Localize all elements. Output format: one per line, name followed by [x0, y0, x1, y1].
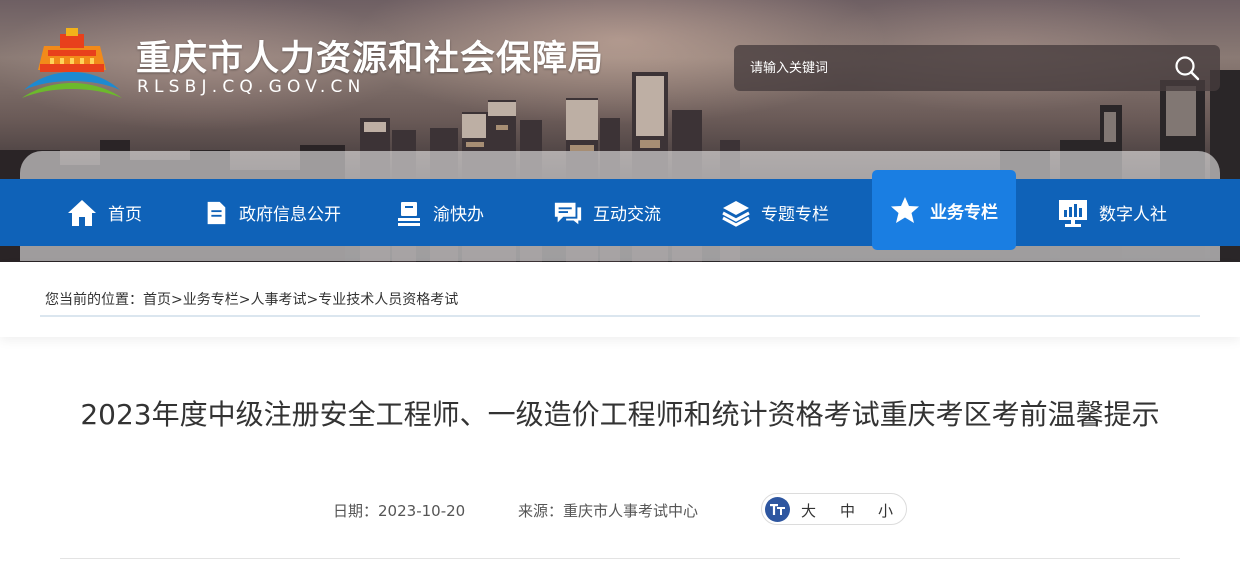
document-icon [207, 201, 226, 224]
font-size-medium-button[interactable]: 中 [840, 500, 855, 521]
date-value: 2023-10-20 [378, 502, 466, 520]
font-size-control: 大 中 小 [761, 493, 907, 525]
site-domain: RLSBJ.CQ.GOV.CN [137, 77, 366, 97]
breadcrumb-divider [40, 315, 1200, 317]
article-divider [60, 558, 1180, 559]
breadcrumb-link-personnel-exam[interactable]: 人事考试 [250, 292, 306, 308]
nav-item-business-column[interactable]: 业务专栏 [872, 170, 1016, 250]
star-icon [891, 197, 919, 223]
search-bar [734, 45, 1220, 91]
site-title[interactable]: 重庆市人力资源和社会保障局 [136, 30, 604, 81]
chat-icon [554, 202, 582, 224]
breadcrumb-link-business[interactable]: 业务专栏 [183, 292, 239, 308]
nav-item-government-info[interactable]: 政府信息公开 [203, 179, 341, 246]
nav-item-yukuaiban[interactable]: 渝快办 [395, 179, 484, 246]
font-size-large-button[interactable]: 大 [801, 500, 816, 521]
breadcrumb-separator: > [238, 292, 251, 308]
breadcrumb: 您当前的位置：首页>业务专栏>人事考试>专业技术人员资格考试 [45, 289, 458, 309]
nav-item-label: 数字人社 [1099, 205, 1167, 225]
font-size-icon [765, 497, 790, 522]
nav-item-interaction[interactable]: 互动交流 [553, 179, 661, 246]
breadcrumb-link-home[interactable]: 首页 [143, 292, 171, 308]
nav-item-label: 互动交流 [593, 205, 661, 225]
source-value: 重庆市人事考试中心 [563, 502, 699, 520]
site-logo[interactable] [20, 24, 124, 102]
search-input[interactable] [734, 45, 1154, 91]
nav-item-label: 渝快办 [433, 205, 484, 225]
date-label: 日期： [333, 502, 379, 520]
breadcrumb-separator: > [306, 292, 319, 308]
article-date: 日期：2023-10-20 [333, 500, 465, 521]
main-nav: 首页 政府信息公开 渝快办 互动交流 专题专栏 业务专栏 数字人社 [0, 170, 1240, 250]
nav-item-label: 业务专栏 [930, 202, 998, 223]
layers-icon [722, 200, 750, 227]
monitor-chart-icon [1059, 199, 1087, 227]
article-title: 2023年度中级注册安全工程师、一级造价工程师和统计资格考试重庆考区考前温馨提示 [80, 398, 1160, 431]
source-label: 来源： [518, 502, 564, 520]
nav-item-home[interactable]: 首页 [66, 179, 142, 246]
breadcrumb-prefix: 您当前的位置： [45, 292, 143, 308]
home-icon [68, 199, 96, 226]
nav-item-label: 专题专栏 [761, 205, 829, 225]
font-size-small-button[interactable]: 小 [878, 500, 893, 521]
nav-item-label: 首页 [108, 205, 142, 225]
nav-item-special-topics[interactable]: 专题专栏 [721, 179, 829, 246]
breadcrumb-separator: > [171, 292, 183, 308]
book-stack-icon [398, 201, 420, 226]
nav-item-digital-hrss[interactable]: 数字人社 [1057, 179, 1167, 246]
breadcrumb-link-qualification-exam[interactable]: 专业技术人员资格考试 [318, 292, 458, 308]
article-source: 来源：重庆市人事考试中心 [518, 500, 698, 521]
nav-item-label: 政府信息公开 [239, 205, 341, 225]
search-icon[interactable] [1174, 55, 1200, 81]
